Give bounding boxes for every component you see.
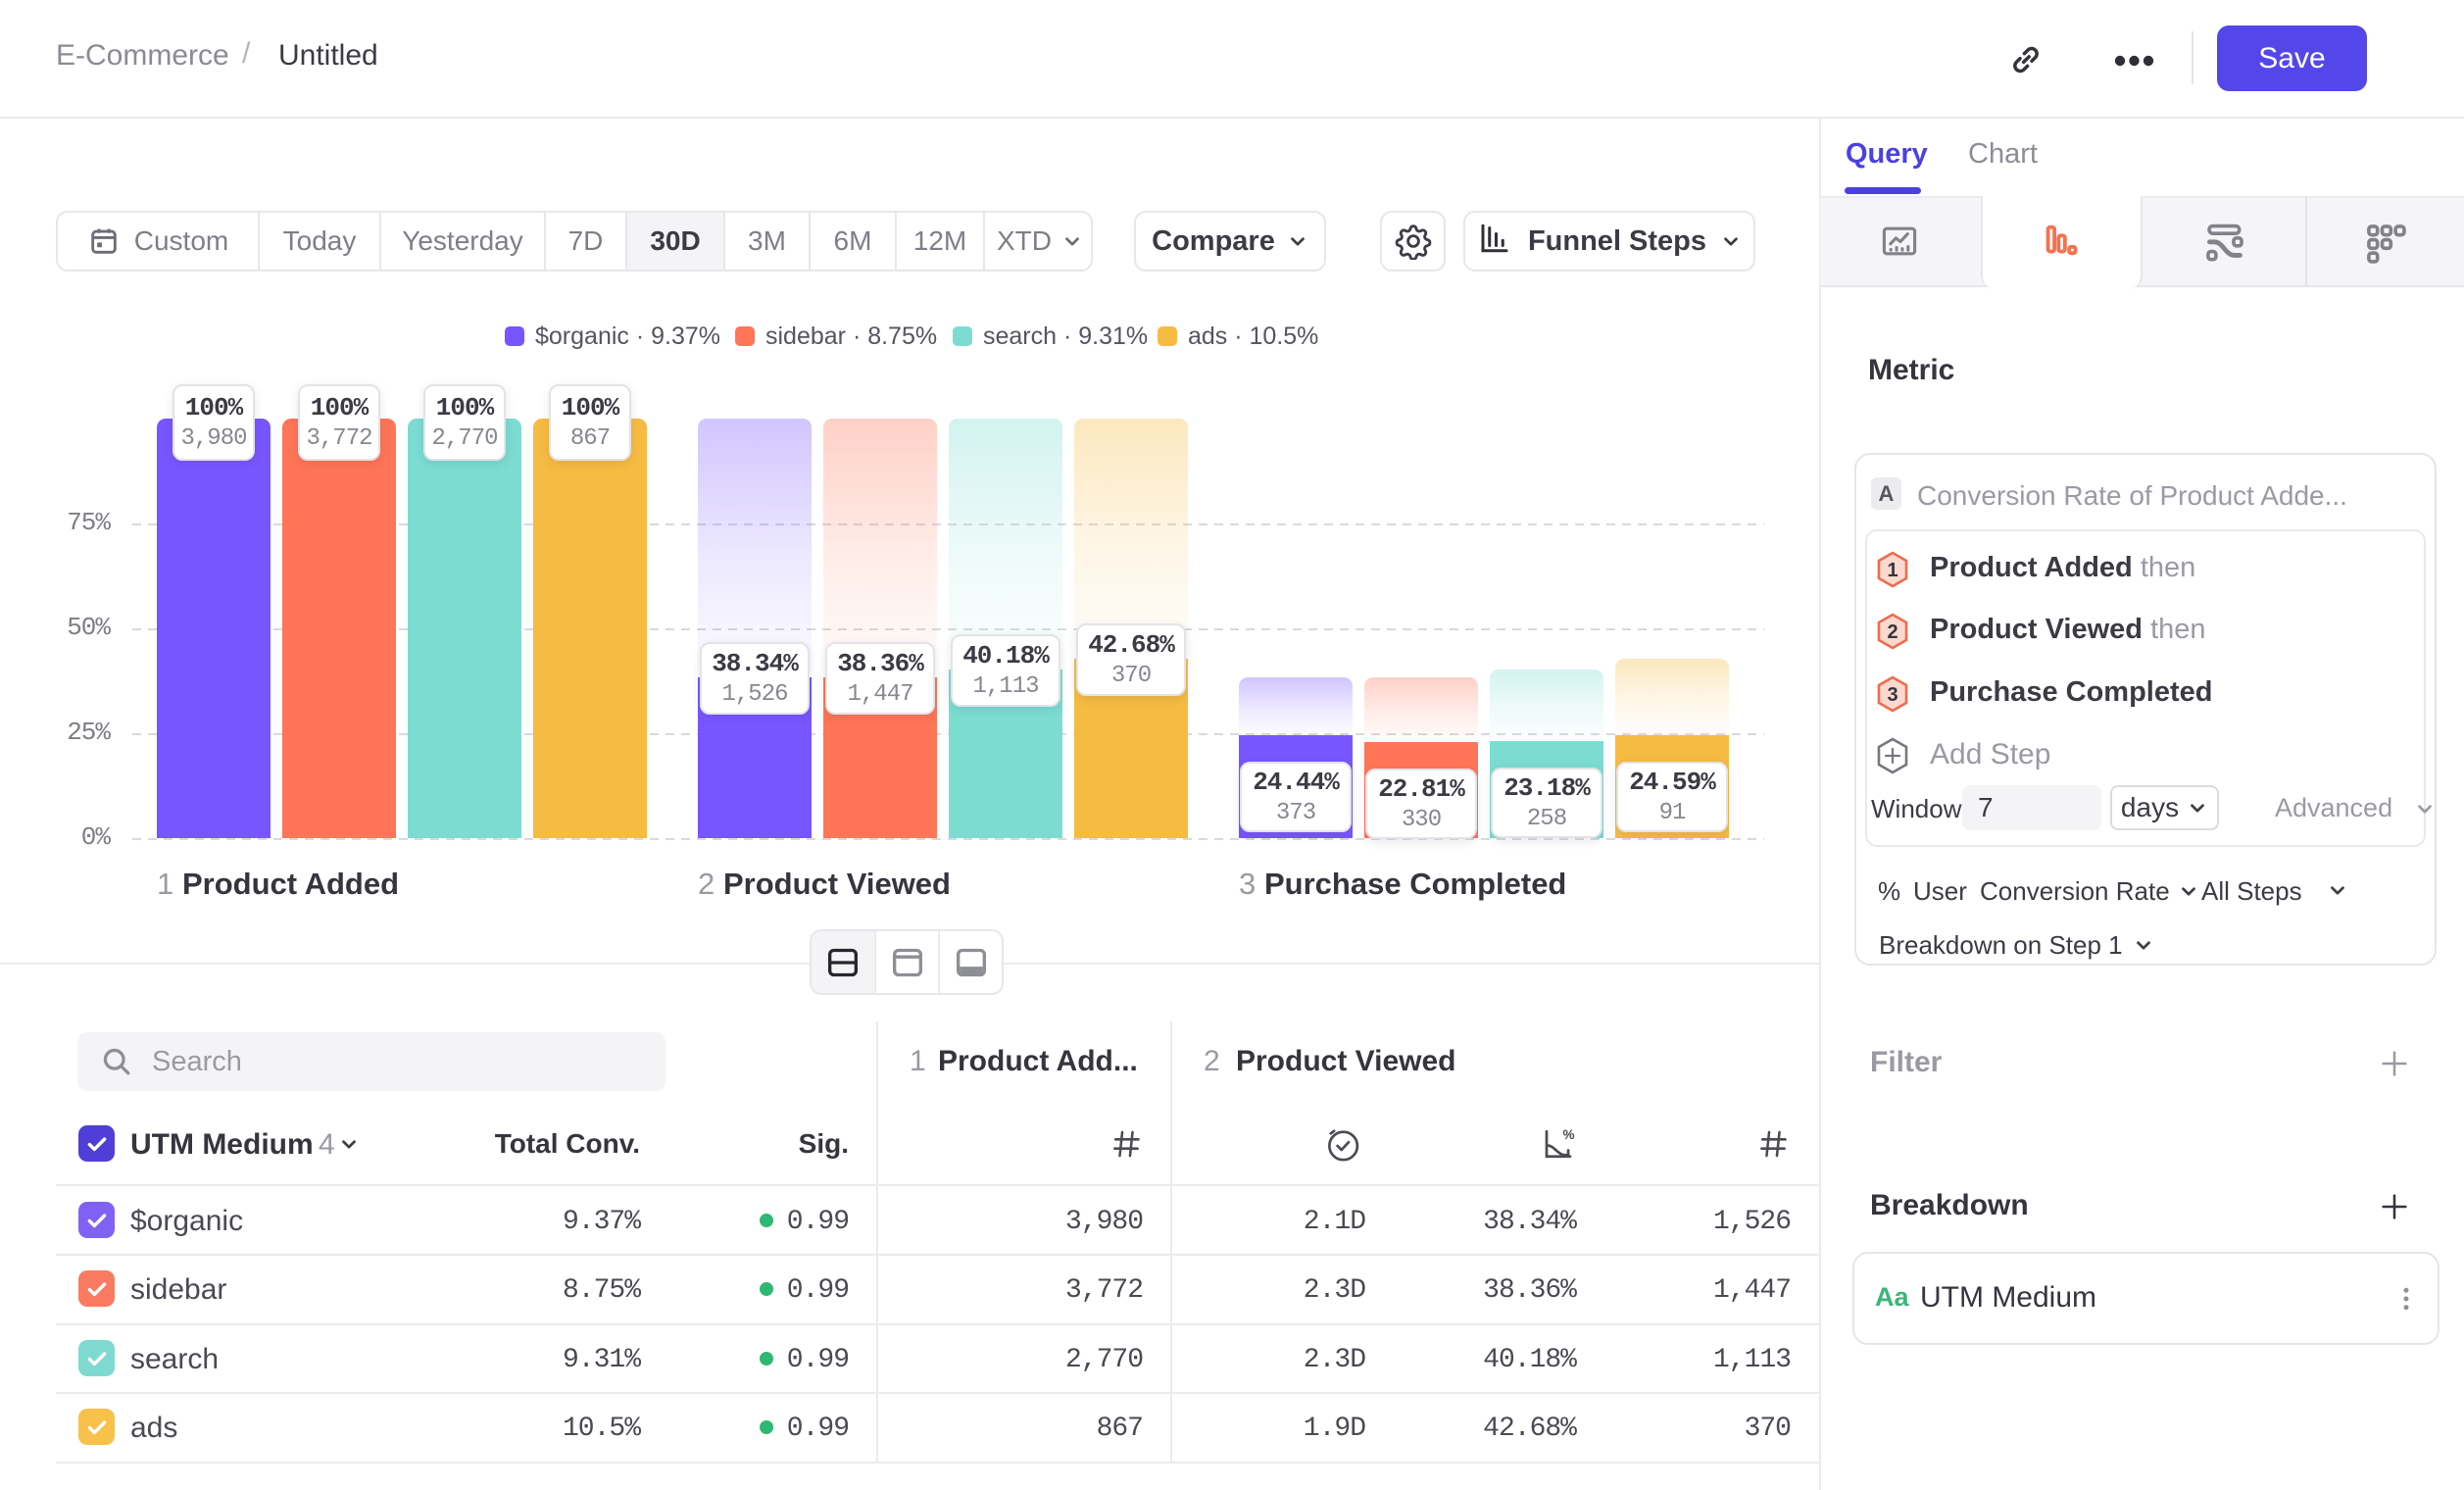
svg-text:3: 3 xyxy=(1887,684,1897,706)
svg-text:2: 2 xyxy=(1887,621,1897,643)
svg-text:1: 1 xyxy=(1887,560,1897,581)
svg-text:%: % xyxy=(1563,1127,1575,1142)
